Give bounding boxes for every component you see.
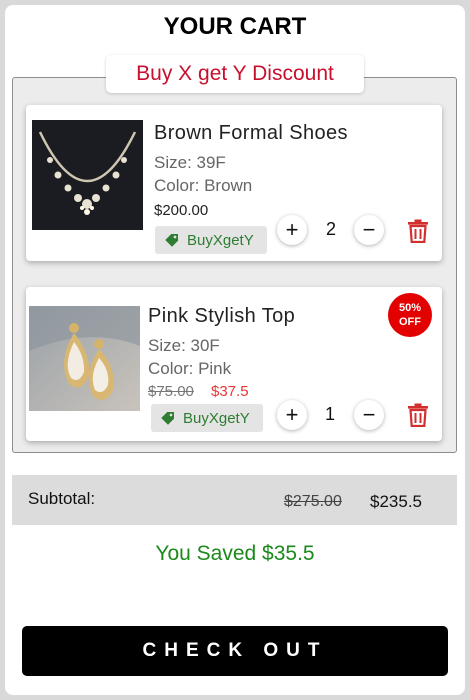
discount-badge-off: OFF <box>399 316 421 328</box>
offer-tag: BuyXgetY <box>155 226 267 254</box>
product-size: Size: 30F <box>148 336 220 355</box>
subtotal-label: Subtotal: <box>28 489 96 508</box>
product-name: Pink Stylish Top <box>148 305 296 327</box>
page-title: YOUR CART <box>163 13 307 40</box>
trash-icon[interactable] <box>407 219 429 243</box>
subtotal-row: Subtotal: $275.00 $235.5 <box>12 475 457 525</box>
subtotal-original: $275.00 <box>284 493 342 510</box>
original-price: $75.00 <box>148 383 194 400</box>
increase-quantity-button[interactable]: + <box>277 400 307 430</box>
product-image-earrings <box>29 306 140 411</box>
cart-item-card: 50% OFF Pink Stylish Top Size: 30F Color… <box>26 287 442 441</box>
offer-tag-label: BuyXgetY <box>183 409 250 427</box>
quantity-value: 2 <box>325 219 336 239</box>
savings-text: You Saved $35.5 <box>155 542 315 565</box>
discount-badge-percent: 50% <box>398 302 422 314</box>
decrease-quantity-button[interactable]: − <box>354 215 384 245</box>
product-name: Brown Formal Shoes <box>154 122 348 144</box>
increase-quantity-button[interactable]: + <box>277 215 307 245</box>
quantity-value: 1 <box>324 404 335 424</box>
product-color: Color: Pink <box>148 359 232 378</box>
cart-item-card: Brown Formal Shoes Size: 39F Color: Brow… <box>26 105 442 261</box>
discount-badge: 50% OFF <box>388 293 432 337</box>
decrease-quantity-button[interactable]: − <box>354 400 384 430</box>
trash-icon[interactable] <box>407 403 429 427</box>
price-tag-icon <box>165 234 178 247</box>
sale-price: $37.5 <box>211 383 249 400</box>
product-color: Color: Brown <box>154 176 253 195</box>
offer-tag: BuyXgetY <box>151 404 263 432</box>
product-size: Size: 39F <box>154 153 226 172</box>
price-tag-icon <box>161 412 174 425</box>
cart-panel: YOUR CART Buy X get Y Discount Brown For… <box>5 5 465 695</box>
discount-group-label: Buy X get Y Discount <box>106 55 364 93</box>
product-price: $200.00 <box>154 202 209 219</box>
offer-tag-label: BuyXgetY <box>187 231 254 249</box>
checkout-button[interactable]: CHECK OUT <box>22 626 448 676</box>
subtotal-final: $235.5 <box>370 492 422 511</box>
product-image-necklace <box>32 120 143 230</box>
